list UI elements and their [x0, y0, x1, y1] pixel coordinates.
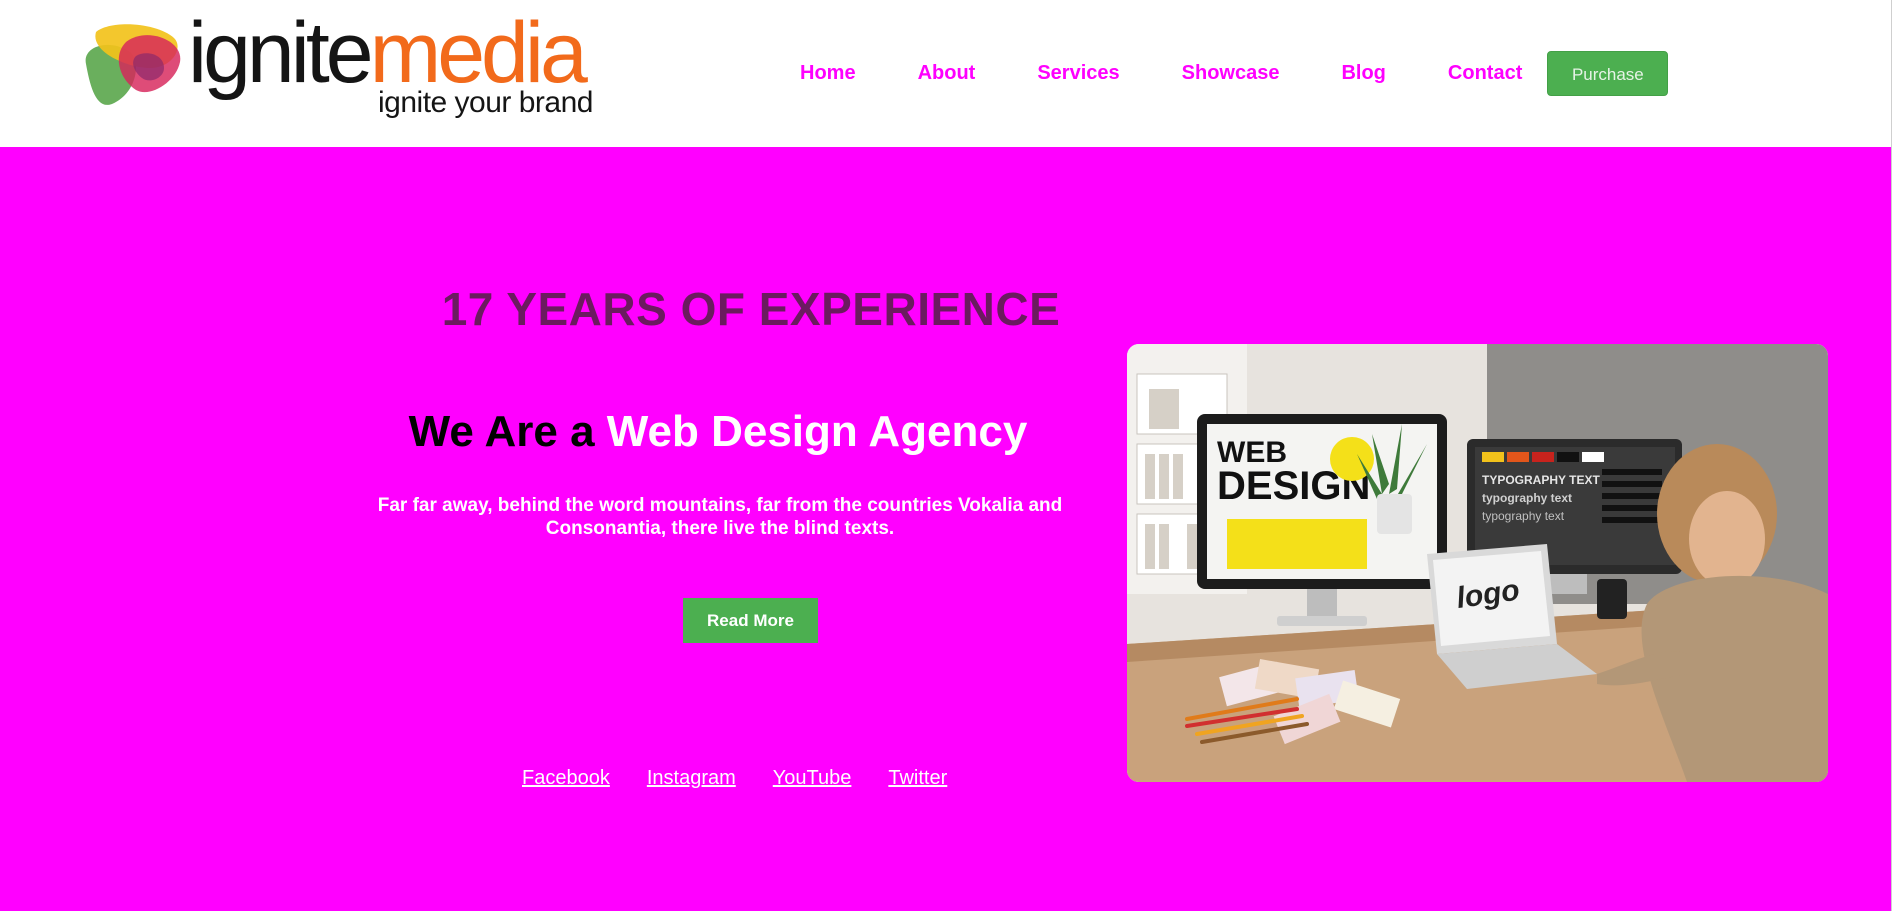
nav-about[interactable]: About [918, 62, 976, 85]
logo-mark-icon [85, 24, 181, 105]
monitor2-text-2: typography text [1482, 491, 1572, 505]
social-links: Facebook Instagram YouTube Twitter [522, 767, 984, 790]
nav-blog[interactable]: Blog [1341, 62, 1385, 85]
headline-light-part: Web Design Agency [606, 407, 1028, 456]
logo-word-ignite: ignite [188, 5, 374, 101]
nav-contact[interactable]: Contact [1448, 62, 1522, 85]
social-youtube-link[interactable]: YouTube [773, 767, 852, 790]
brand-logo[interactable]: ignitemedia ignite your brand [80, 10, 610, 122]
social-twitter-link[interactable]: Twitter [888, 767, 947, 790]
social-facebook-link[interactable]: Facebook [522, 767, 610, 790]
hero-section: 17 YEARS OF EXPERIENCE We Are a Web Desi… [0, 147, 1892, 911]
read-more-button[interactable]: Read More [683, 598, 818, 643]
social-instagram-link[interactable]: Instagram [647, 767, 736, 790]
nav-home[interactable]: Home [800, 62, 856, 85]
hero-photo-illustration: WEB DESIGN TYPOGRAPHY TEXT typography te… [1127, 344, 1828, 782]
monitor2-text-3: typography text [1482, 509, 1565, 523]
hero-blurb: Far far away, behind the word mountains,… [377, 495, 1063, 539]
page: ignitemedia ignite your brand Home About… [0, 0, 1892, 911]
site-header: ignitemedia ignite your brand Home About… [0, 0, 1892, 147]
purchase-button[interactable]: Purchase [1547, 50, 1669, 96]
logo-tagline: ignite your brand [378, 86, 593, 119]
nav-services[interactable]: Services [1037, 62, 1119, 85]
logo-wordmark: ignitemedia [188, 10, 588, 96]
monitor2-text-1: TYPOGRAPHY TEXT [1482, 473, 1600, 487]
hero-photo: WEB DESIGN TYPOGRAPHY TEXT typography te… [1127, 344, 1828, 782]
main-nav: Home About Services Showcase Blog Contac… [800, 50, 1669, 96]
headline-dark-part: We Are a [408, 407, 595, 456]
nav-showcase[interactable]: Showcase [1182, 62, 1280, 85]
experience-heading: 17 YEARS OF EXPERIENCE [441, 283, 1061, 335]
